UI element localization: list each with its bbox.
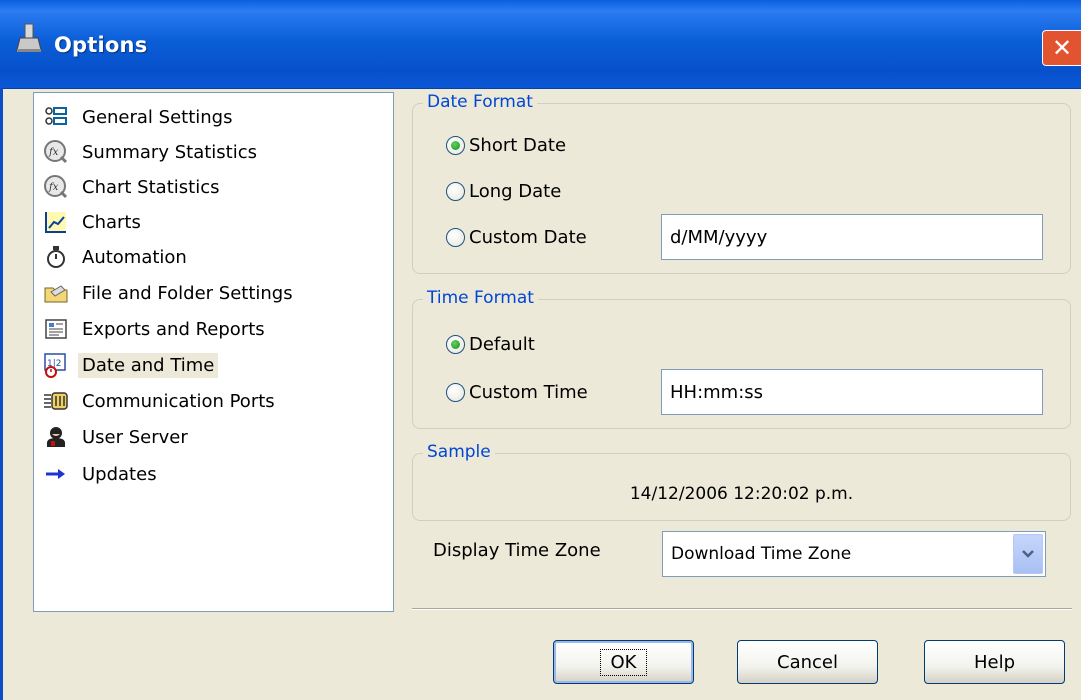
default-time-label: Default [469, 334, 535, 355]
custom-time-field[interactable]: HH:mm:ss [661, 369, 1043, 415]
report-icon [42, 316, 70, 342]
radio-unchecked-icon [446, 182, 465, 201]
options-category-list[interactable]: General Settings fx Summary Statistics f… [33, 92, 394, 612]
divider [412, 608, 1072, 610]
tree-item-file-and-folder-settings[interactable]: File and Folder Settings [42, 276, 297, 310]
cancel-button-label: Cancel [777, 651, 838, 673]
app-icon [16, 23, 42, 52]
long-date-radio[interactable]: Long Date [446, 181, 561, 202]
tree-item-label: Date and Time [78, 352, 219, 378]
line-chart-icon [42, 209, 70, 235]
tree-item-date-and-time[interactable]: 1|2 Date and Time [42, 348, 219, 382]
sample-title: Sample [423, 442, 495, 462]
arrow-right-icon [42, 461, 70, 487]
custom-time-radio[interactable]: Custom Time [446, 382, 588, 403]
tree-item-general-settings[interactable]: General Settings [42, 100, 237, 134]
tree-item-summary-statistics[interactable]: fx Summary Statistics [42, 135, 261, 169]
tree-item-communication-ports[interactable]: Communication Ports [42, 384, 279, 418]
date-format-group: Date Format Short Date Long Date Custom … [412, 92, 1071, 274]
default-time-radio[interactable]: Default [446, 334, 535, 355]
tree-item-label: Summary Statistics [82, 141, 257, 163]
sample-datetime: 14/12/2006 12:20:02 p.m. [629, 484, 854, 504]
tree-item-automation[interactable]: Automation [42, 240, 191, 274]
radio-unchecked-icon [446, 228, 465, 247]
window-frame [0, 88, 3, 700]
short-date-radio[interactable]: Short Date [446, 135, 566, 156]
folder-icon [42, 280, 70, 306]
date-format-title: Date Format [423, 92, 537, 112]
time-zone-selected-value: Download Time Zone [671, 544, 852, 564]
cancel-button[interactable]: Cancel [737, 640, 878, 684]
tree-item-chart-statistics[interactable]: fx Chart Statistics [42, 170, 223, 204]
custom-date-label: Custom Date [469, 227, 587, 248]
options-dialog: Options ✕ General Settings fx Summary St… [0, 0, 1081, 700]
tree-item-label: Communication Ports [82, 390, 275, 412]
time-format-title: Time Format [423, 288, 538, 308]
function-icon: fx [42, 174, 70, 200]
help-button-label: Help [973, 651, 1016, 673]
time-zone-select[interactable]: Download Time Zone [662, 531, 1046, 577]
user-icon [42, 424, 70, 450]
tree-item-label: Chart Statistics [82, 176, 220, 198]
radio-unchecked-icon [446, 383, 465, 402]
svg-text:fx: fx [48, 147, 59, 158]
title-bar[interactable]: Options ✕ [0, 0, 1081, 89]
tree-item-label: Updates [82, 463, 157, 485]
tree-item-label: Automation [82, 246, 187, 268]
tree-item-updates[interactable]: Updates [42, 457, 161, 491]
custom-time-label: Custom Time [469, 382, 588, 403]
tree-item-label: Charts [82, 211, 141, 233]
tree-item-label: General Settings [82, 106, 233, 128]
help-button[interactable]: Help [924, 640, 1065, 684]
settings-list-icon [42, 104, 70, 130]
radio-checked-icon [446, 136, 465, 155]
ok-button[interactable]: OK [553, 640, 694, 684]
window-title: Options [54, 33, 148, 57]
close-icon: ✕ [1051, 34, 1073, 62]
time-format-group: Time Format Default Custom Time HH:mm:ss [412, 288, 1071, 429]
calendar-clock-icon: 1|2 [42, 352, 70, 378]
ok-button-label: OK [599, 648, 648, 676]
serial-port-icon [42, 388, 70, 414]
close-button[interactable]: ✕ [1042, 30, 1081, 66]
tree-item-label: User Server [82, 426, 188, 448]
stopwatch-icon [42, 244, 70, 270]
tree-item-charts[interactable]: Charts [42, 205, 145, 239]
display-time-zone-label: Display Time Zone [433, 540, 601, 561]
chevron-down-icon[interactable] [1013, 534, 1043, 574]
tree-item-label: Exports and Reports [82, 318, 265, 340]
tree-item-label: File and Folder Settings [82, 282, 293, 304]
function-icon: fx [42, 139, 70, 165]
custom-date-field[interactable]: d/MM/yyyy [661, 214, 1043, 260]
sample-group: Sample 14/12/2006 12:20:02 p.m. [412, 442, 1071, 521]
custom-date-radio[interactable]: Custom Date [446, 227, 587, 248]
radio-checked-icon [446, 335, 465, 354]
tree-item-user-server[interactable]: User Server [42, 420, 192, 454]
short-date-label: Short Date [469, 135, 567, 156]
long-date-label: Long Date [469, 181, 562, 202]
tree-item-exports-and-reports[interactable]: Exports and Reports [42, 312, 269, 346]
svg-text:fx: fx [48, 182, 59, 193]
